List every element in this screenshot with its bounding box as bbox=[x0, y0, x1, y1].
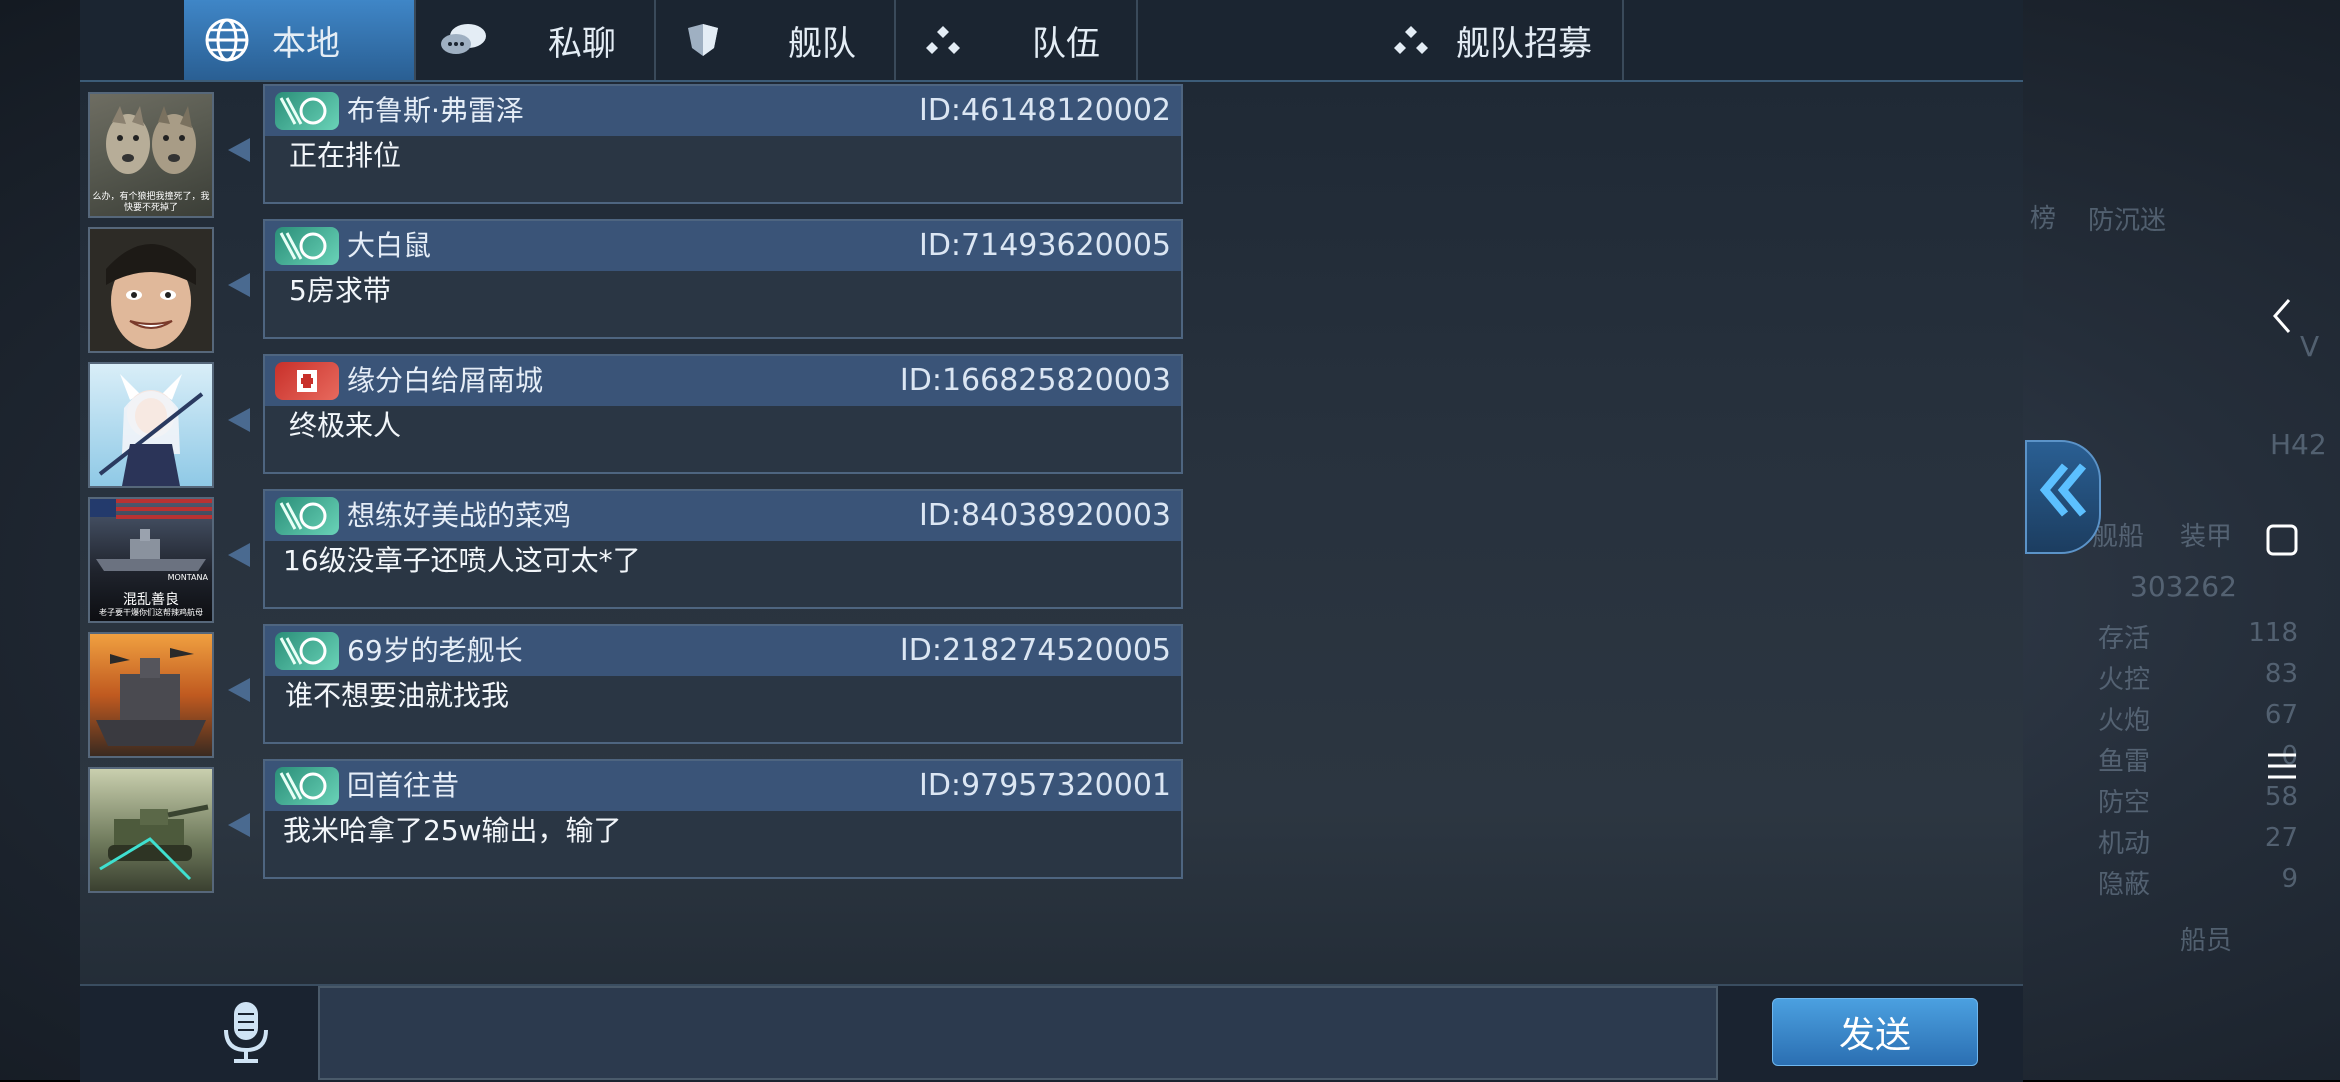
chat-tab-bar: 本地 私聊 舰队 队伍 舰队招募 bbox=[80, 0, 2023, 82]
sender-id: ID:46148120002 bbox=[918, 93, 1171, 128]
message-item: 回首往昔 ID:97957320001 我米哈拿了25w输出，输了 bbox=[88, 759, 1183, 893]
bubble-pointer bbox=[228, 678, 250, 702]
back-icon[interactable] bbox=[2260, 294, 2304, 338]
message-header: 想练好美战的菜鸡 ID:84038920003 bbox=[265, 491, 1181, 541]
message-text: 我米哈拿了25w输出，输了 bbox=[283, 814, 622, 847]
nation-flag-icon bbox=[275, 497, 339, 535]
message-bubble[interactable]: 回首往昔 ID:97957320001 我米哈拿了25w输出，输了 bbox=[263, 759, 1183, 879]
user-avatar[interactable] bbox=[88, 767, 214, 893]
sender-name[interactable]: 大白鼠 bbox=[347, 226, 431, 266]
sender-id: ID:166825820003 bbox=[899, 363, 1171, 398]
message-text: 终极来人 bbox=[289, 409, 402, 442]
nation-flag-icon bbox=[275, 767, 339, 805]
avatar-subtitle: 老子要干爆你们这帮辣鸡航母 bbox=[99, 608, 203, 617]
microphone-icon[interactable] bbox=[218, 1000, 274, 1064]
message-text: 5房求带 bbox=[289, 274, 391, 307]
send-button[interactable]: 发送 bbox=[1772, 998, 1978, 1066]
tab-fleet-recruit[interactable]: 舰队招募 bbox=[1138, 0, 1622, 80]
message-bubble[interactable]: 缘分白给屑南城 ID:166825820003 终极来人 bbox=[263, 354, 1183, 474]
user-avatar[interactable] bbox=[88, 632, 214, 758]
tab-fleet[interactable]: 舰队 bbox=[656, 0, 894, 80]
message-item: 大白鼠 ID:71493620005 5房求带 bbox=[88, 219, 1183, 353]
user-avatar[interactable]: MONTANA 混乱善良 老子要干爆你们这帮辣鸡航母 bbox=[88, 497, 214, 623]
nation-flag-icon bbox=[275, 227, 339, 265]
sender-name[interactable]: 69岁的老舰长 bbox=[347, 631, 523, 671]
tab-divider bbox=[1622, 0, 1624, 80]
fleet-shield-icon bbox=[678, 15, 728, 65]
user-avatar[interactable]: 么办，有个狼把我撞死了，我快要不死掉了 bbox=[88, 92, 214, 218]
tab-private-label: 私聊 bbox=[548, 23, 616, 64]
message-text: 16级没章子还喷人这可太*了 bbox=[283, 544, 641, 577]
sender-name[interactable]: 想练好美战的菜鸡 bbox=[347, 496, 571, 536]
message-item: 缘分白给屑南城 ID:166825820003 终极来人 bbox=[88, 354, 1183, 488]
message-bubble[interactable]: 布鲁斯·弗雷泽 ID:46148120002 正在排位 bbox=[263, 84, 1183, 204]
bubble-pointer bbox=[228, 138, 250, 162]
message-list[interactable]: 么办，有个狼把我撞死了，我快要不死掉了 布鲁斯·弗雷泽 ID:461481200… bbox=[80, 84, 1183, 984]
bg-partial-label: 榜 bbox=[2030, 204, 2057, 234]
tab-fleet-recruit-label: 舰队招募 bbox=[1456, 23, 1592, 64]
message-item: 么办，有个狼把我撞死了，我快要不死掉了 布鲁斯·弗雷泽 ID:461481200… bbox=[88, 84, 1183, 218]
sender-id: ID:218274520005 bbox=[899, 633, 1171, 668]
tab-local[interactable]: 本地 bbox=[184, 0, 414, 80]
bg-anti-sink: 防沉迷 bbox=[2088, 206, 2167, 236]
sender-name[interactable]: 布鲁斯·弗雷泽 bbox=[347, 91, 524, 131]
collapse-chat-button[interactable] bbox=[2025, 440, 2101, 554]
message-header: 大白鼠 ID:71493620005 bbox=[265, 221, 1181, 271]
message-text: 正在排位 bbox=[289, 139, 402, 172]
message-bubble[interactable]: 想练好美战的菜鸡 ID:84038920003 16级没章子还喷人这可太*了 bbox=[263, 489, 1183, 609]
nation-flag-icon bbox=[275, 362, 339, 400]
avatar-ship-name: MONTANA bbox=[167, 573, 208, 582]
tab-team[interactable]: 队伍 bbox=[896, 0, 1136, 80]
nation-flag-icon bbox=[275, 92, 339, 130]
team-dots-icon bbox=[918, 15, 968, 65]
double-chevron-left-icon bbox=[2037, 460, 2089, 535]
message-header: 69岁的老舰长 ID:218274520005 bbox=[265, 626, 1181, 676]
tab-local-label: 本地 bbox=[272, 23, 340, 64]
system-navigation bbox=[2220, 0, 2340, 1080]
bubble-pointer bbox=[228, 408, 250, 432]
message-header: 回首往昔 ID:97957320001 bbox=[265, 761, 1181, 811]
globe-icon bbox=[202, 15, 252, 65]
user-avatar[interactable] bbox=[88, 227, 214, 353]
bubble-pointer bbox=[228, 273, 250, 297]
message-item: MONTANA 混乱善良 老子要干爆你们这帮辣鸡航母 想练好美战的菜鸡 ID:8… bbox=[88, 489, 1183, 623]
message-item: 69岁的老舰长 ID:218274520005 谁不想要油就找我 bbox=[88, 624, 1183, 758]
tab-private[interactable]: 私聊 bbox=[416, 0, 654, 80]
sender-name[interactable]: 缘分白给屑南城 bbox=[347, 361, 543, 401]
bubble-pointer bbox=[228, 543, 250, 567]
nation-flag-icon bbox=[275, 632, 339, 670]
message-bubble[interactable]: 大白鼠 ID:71493620005 5房求带 bbox=[263, 219, 1183, 339]
avatar-title: 混乱善良 bbox=[123, 592, 179, 608]
message-header: 布鲁斯·弗雷泽 ID:46148120002 bbox=[265, 86, 1181, 136]
tab-fleet-label: 舰队 bbox=[788, 23, 856, 64]
recruit-dots-icon bbox=[1386, 15, 1436, 65]
chat-bubbles-icon bbox=[438, 15, 488, 65]
sender-id: ID:71493620005 bbox=[918, 228, 1171, 263]
message-text: 谁不想要油就找我 bbox=[285, 679, 510, 712]
bubble-pointer bbox=[228, 813, 250, 837]
sender-id: ID:84038920003 bbox=[918, 498, 1171, 533]
sender-name[interactable]: 回首往昔 bbox=[347, 766, 459, 806]
home-square-icon[interactable] bbox=[2260, 518, 2304, 562]
user-avatar[interactable] bbox=[88, 362, 214, 488]
chat-message-input[interactable] bbox=[318, 986, 1718, 1080]
sender-id: ID:97957320001 bbox=[918, 768, 1171, 803]
message-bubble[interactable]: 69岁的老舰长 ID:218274520005 谁不想要油就找我 bbox=[263, 624, 1183, 744]
menu-icon[interactable] bbox=[2260, 744, 2304, 788]
avatar-caption: 么办，有个狼把我撞死了，我快要不死掉了 bbox=[92, 192, 210, 213]
tab-team-label: 队伍 bbox=[1032, 23, 1100, 64]
message-header: 缘分白给屑南城 ID:166825820003 bbox=[265, 356, 1181, 406]
